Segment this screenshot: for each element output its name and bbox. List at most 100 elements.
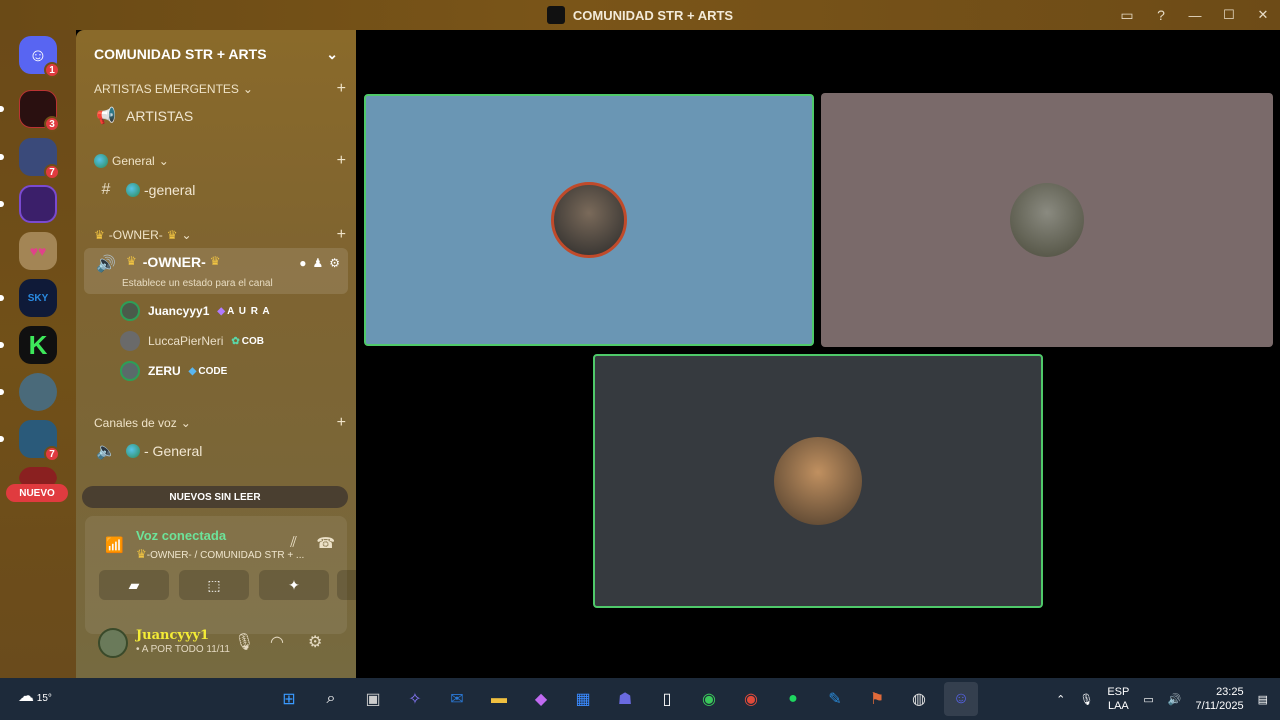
taskbar: ☁ 15° ⊞ ⌕ ▣ ✧ ✉ ▬ ◆ ▦ ☗ ▯ ◉ ◉ ● ✎ ⚑ ◍ ☺ …: [0, 678, 1280, 720]
microphone-icon[interactable]: 🎙: [234, 632, 254, 652]
gear-icon[interactable]: ⚙: [329, 256, 340, 270]
voice-status-title[interactable]: Voz conectada: [136, 528, 226, 543]
add-channel-icon[interactable]: +: [337, 226, 346, 244]
chevron-up-icon[interactable]: ⌃: [1056, 693, 1065, 706]
weather-temp: 15°: [36, 693, 52, 704]
editor-icon[interactable]: ✎: [818, 682, 852, 716]
invite-icon[interactable]: ♟: [312, 256, 323, 270]
chat-icon[interactable]: ●: [299, 256, 306, 270]
channel-voice-general[interactable]: 🔈 - General: [92, 437, 346, 465]
inbox-icon[interactable]: ▭: [1110, 0, 1144, 30]
user-name[interactable]: Juancyyy1: [136, 628, 209, 643]
chrome-icon[interactable]: ◉: [692, 682, 726, 716]
volume-icon[interactable]: 🔊: [1168, 693, 1182, 706]
speaker-icon: 🔈: [96, 443, 116, 460]
server-icon-cosco[interactable]: [0, 185, 57, 223]
chevron-icon: ⌄: [242, 82, 253, 96]
channel-status[interactable]: Establece un estado para el canal: [122, 278, 273, 289]
user-tag-label: CODE: [198, 365, 228, 377]
user-tag: ◆ A U R A: [217, 306, 270, 317]
crown-icon: ♛: [94, 228, 105, 242]
notification-icon[interactable]: ▤: [1258, 693, 1268, 706]
voice-user[interactable]: ZERU ◆ CODE: [120, 359, 227, 383]
category-owner[interactable]: ♛ -OWNER- ♛ ⌄ +: [94, 226, 346, 244]
disconnect-icon[interactable]: ☎: [316, 534, 335, 552]
voice-user-name: ZERU: [148, 364, 181, 378]
maximize-button[interactable]: ☐: [1212, 0, 1246, 30]
headphones-icon[interactable]: ◠: [270, 632, 284, 652]
screen-share-button[interactable]: ⬚: [179, 570, 249, 600]
voice-user[interactable]: Juancyyy1 ◆ A U R A: [120, 299, 271, 323]
teams-icon[interactable]: ☗: [608, 682, 642, 716]
language-indicator[interactable]: ESP LAA: [1107, 685, 1129, 713]
unread-pill: [0, 201, 4, 207]
user-panel: Juancyyy1 • A POR TODO 11/11 🎙 ◠ ⚙: [76, 618, 356, 670]
server-icon-anime[interactable]: [0, 373, 57, 411]
game-icon[interactable]: ⚑: [860, 682, 894, 716]
add-channel-icon[interactable]: +: [337, 152, 346, 170]
sky-icon: SKY: [19, 279, 57, 317]
category-artistas[interactable]: ARTISTAS EMERGENTES ⌄ +: [94, 80, 346, 98]
weather-widget[interactable]: ☁ 15°: [18, 686, 52, 706]
close-button[interactable]: ✕: [1246, 0, 1280, 30]
user-avatar[interactable]: [98, 628, 128, 658]
signal-icon[interactable]: 📶: [105, 536, 124, 554]
server-icon-2[interactable]: 7: [0, 138, 60, 180]
participant-tile-luccapierneri[interactable]: [821, 93, 1273, 347]
participant-tile-zeru[interactable]: [593, 354, 1043, 608]
server-icon-1[interactable]: 3: [0, 90, 60, 132]
store-icon[interactable]: ▦: [566, 682, 600, 716]
server-header[interactable]: COMUNIDAD STR + ARTS ⌄: [76, 30, 356, 78]
discord-home-button[interactable]: ☺ 1: [19, 36, 60, 78]
network-icon[interactable]: ▭: [1143, 693, 1153, 706]
channel-general-text[interactable]: # -general: [92, 176, 346, 204]
mic-icon[interactable]: 🎙: [1079, 693, 1093, 706]
minimize-button[interactable]: —: [1178, 0, 1212, 30]
start-icon[interactable]: ⊞: [272, 682, 306, 716]
k-logo-icon: K: [19, 326, 57, 364]
category-voice[interactable]: Canales de voz ⌄ +: [94, 414, 346, 432]
spotify-icon[interactable]: ●: [776, 682, 810, 716]
server-icon-k[interactable]: K: [0, 326, 57, 364]
unread-pill: [0, 106, 4, 112]
new-unread-button[interactable]: NUEVOS SIN LEER: [82, 486, 348, 508]
chevron-icon: ⌄: [158, 154, 169, 168]
server-icon-hearts[interactable]: ♥♥: [19, 232, 57, 270]
server-icon-avatar[interactable]: 7: [0, 420, 60, 462]
activities-button[interactable]: ✦: [259, 570, 329, 600]
server-icon-sky[interactable]: SKY: [0, 279, 57, 317]
obs-icon[interactable]: ◍: [902, 682, 936, 716]
channel-owner-voice[interactable]: 🔊 ♛ -OWNER- ♛ ● ♟ ⚙ Establece un estado …: [84, 248, 348, 294]
category-general[interactable]: General ⌄ +: [94, 152, 346, 170]
user-status[interactable]: • A POR TODO 11/11: [136, 644, 230, 655]
user-tag: ◆ CODE: [189, 366, 228, 377]
participant-tile-juancyyy1[interactable]: [364, 94, 814, 346]
add-channel-icon[interactable]: +: [337, 80, 346, 98]
discord-taskbar-icon[interactable]: ☺: [944, 682, 978, 716]
hearts-icon: ♥♥: [19, 232, 57, 270]
camera-button[interactable]: ▰: [99, 570, 169, 600]
settings-icon[interactable]: ⚙: [308, 632, 322, 652]
voice-user[interactable]: LuccaPierNeri ✿ COB: [120, 329, 264, 353]
channel-label: -general: [144, 182, 196, 198]
file-explorer-icon[interactable]: ▬: [482, 682, 516, 716]
task-view-icon[interactable]: ▣: [356, 682, 390, 716]
chevron-down-icon: ⌄: [326, 45, 338, 62]
notepad-icon[interactable]: ▯: [650, 682, 684, 716]
voice-status-subtitle[interactable]: ♛-OWNER- / COMUNIDAD STR + ...: [136, 547, 304, 561]
search-icon[interactable]: ⌕: [314, 682, 348, 716]
noise-suppression-icon[interactable]: ⫽: [290, 534, 297, 551]
clock[interactable]: 23:25 7/11/2025: [1195, 685, 1243, 713]
m365-icon[interactable]: ◆: [524, 682, 558, 716]
new-badge[interactable]: NUEVO: [6, 484, 68, 502]
chrome-profile-icon[interactable]: ◉: [734, 682, 768, 716]
server-avatar-badge: 7: [44, 446, 60, 462]
language-top: ESP: [1107, 686, 1130, 698]
globe-icon: [126, 183, 140, 197]
help-icon[interactable]: ?: [1144, 0, 1178, 30]
outlook-icon[interactable]: ✉: [440, 682, 474, 716]
add-channel-icon[interactable]: +: [337, 414, 346, 432]
channel-artistas[interactable]: 📢 ARTISTAS: [92, 102, 346, 130]
copilot-icon[interactable]: ✧: [398, 682, 432, 716]
participant-avatar: [774, 437, 862, 525]
